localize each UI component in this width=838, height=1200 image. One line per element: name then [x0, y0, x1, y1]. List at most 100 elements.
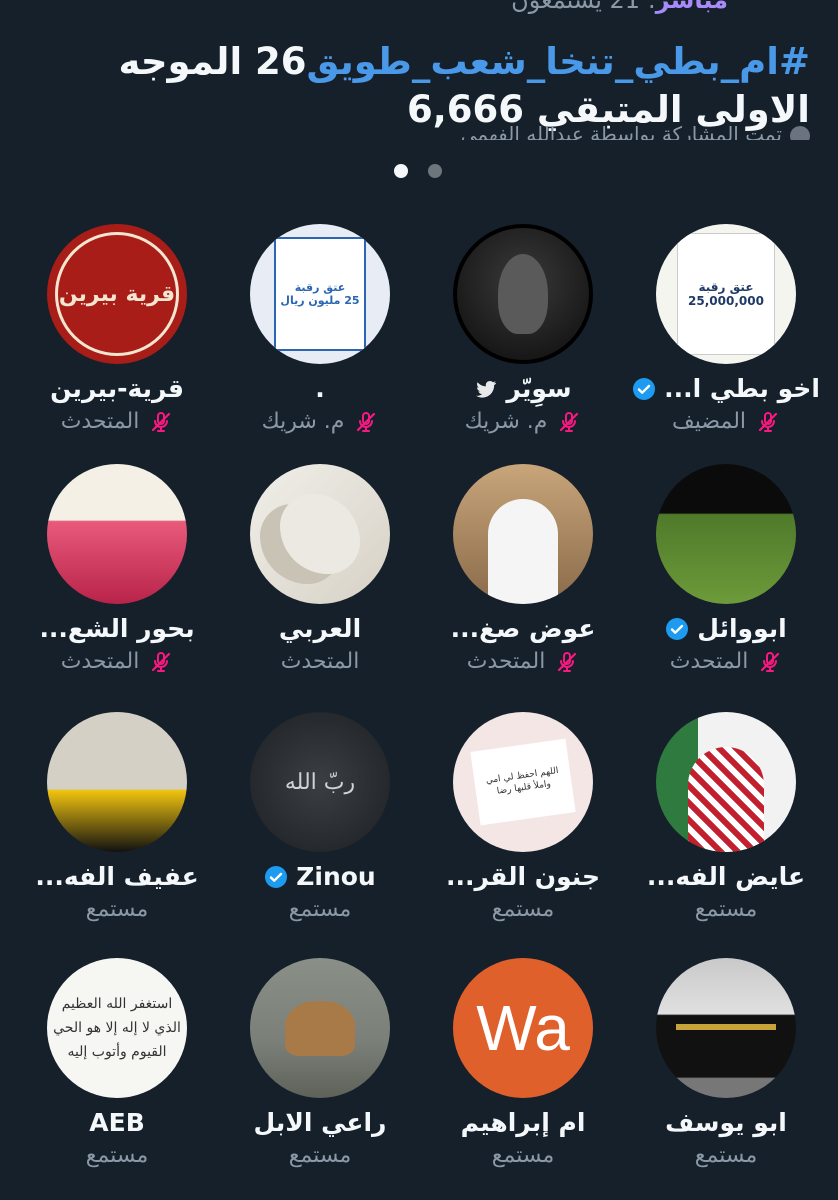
- mic-off-icon: [756, 410, 780, 434]
- page-indicator: [394, 164, 442, 178]
- participant-role-row: مستمع: [17, 1143, 217, 1168]
- participant-card[interactable]: ابو يوسف مستمع: [626, 958, 826, 1168]
- avatar[interactable]: [250, 958, 390, 1098]
- participant-card[interactable]: اللهم احفظ لي امي واملأ قلبها رضا جنون الق…: [423, 712, 623, 922]
- participant-card[interactable]: عتق رقبة 25,000,000 اخو بطي ا... المضيف: [626, 224, 826, 434]
- participant-role: مستمع: [288, 1143, 352, 1168]
- avatar[interactable]: عتق رقبة 25 مليون ريال: [250, 224, 390, 364]
- participant-name-row: بحور الشع...: [17, 614, 217, 643]
- participant-role: م. شريك: [261, 409, 345, 434]
- participant-role: مستمع: [288, 897, 352, 922]
- participant-role-row: المتحدث: [17, 649, 217, 674]
- participant-name-row: راعي الابل: [220, 1108, 420, 1137]
- participant-role-row: مستمع: [220, 897, 420, 922]
- participant-role: مستمع: [491, 897, 555, 922]
- participant-card[interactable]: ربّ الله Zinou مستمع: [220, 712, 420, 922]
- participant-role-row: مستمع: [220, 1143, 420, 1168]
- participant-name: Zinou: [296, 862, 376, 891]
- participant-name: .: [315, 374, 325, 403]
- space-screen: مباشر: 21 يستمعون #ام_بطي_تنخا_شعب_طويق2…: [0, 0, 838, 1200]
- avatar[interactable]: ربّ الله: [250, 712, 390, 852]
- page-dot[interactable]: [394, 164, 408, 178]
- verified-badge-icon: [665, 617, 689, 641]
- page-dot[interactable]: [428, 164, 442, 178]
- participant-card[interactable]: قرية بيرين قرية-بيرين المتحدث: [17, 224, 217, 434]
- participant-role-row: م. شريك: [220, 409, 420, 434]
- participant-role-row: مستمع: [423, 1143, 623, 1168]
- participant-name-row: ابو يوسف: [626, 1108, 826, 1137]
- participant-role-row: المتحدث: [626, 649, 826, 674]
- participant-role-row: المتحدث: [423, 649, 623, 674]
- participant-role: مستمع: [85, 1143, 149, 1168]
- listener-count: 21 يستمعون: [511, 0, 641, 14]
- participant-role-row: مستمع: [626, 1143, 826, 1168]
- participant-card[interactable]: بحور الشع... المتحدث: [17, 464, 217, 674]
- participant-card[interactable]: عوض صغ... المتحدث: [423, 464, 623, 674]
- participant-card[interactable]: ابووائل المتحدث: [626, 464, 826, 674]
- participant-role: المتحدث: [280, 649, 360, 674]
- twitter-bird-icon: [474, 377, 498, 401]
- avatar[interactable]: اللهم احفظ لي امي واملأ قلبها رضا: [453, 712, 593, 852]
- avatar[interactable]: [656, 958, 796, 1098]
- participant-role-row: المتحدث: [220, 649, 420, 674]
- participant-name-row: سوِيّر: [423, 374, 623, 403]
- participant-card[interactable]: عايض الفه... مستمع: [626, 712, 826, 922]
- participant-name-row: اخو بطي ا...: [626, 374, 826, 403]
- participant-role: المتحدث: [60, 649, 140, 674]
- mic-off-icon: [555, 650, 579, 674]
- participant-name: ابووائل: [697, 614, 787, 643]
- participant-name-row: عوض صغ...: [423, 614, 623, 643]
- avatar[interactable]: Wa: [453, 958, 593, 1098]
- participant-role: مستمع: [491, 1143, 555, 1168]
- participant-name-row: ابووائل: [626, 614, 826, 643]
- participant-name: عفيف الفه...: [35, 862, 199, 891]
- participant-name: راعي الابل: [253, 1108, 387, 1137]
- avatar[interactable]: [656, 464, 796, 604]
- participant-name-row: العربي: [220, 614, 420, 643]
- avatar[interactable]: قرية بيرين: [47, 224, 187, 364]
- participant-card[interactable]: عفيف الفه... مستمع: [17, 712, 217, 922]
- participant-role: المتحدث: [60, 409, 140, 434]
- participant-name: AEB: [89, 1108, 145, 1137]
- participant-role: المتحدث: [669, 649, 749, 674]
- participant-name: قرية-بيرين: [50, 374, 184, 403]
- space-status: مباشر: 21 يستمعون: [511, 0, 728, 14]
- sharer-avatar: [790, 125, 810, 140]
- participant-name-row: ام إبراهيم: [423, 1108, 623, 1137]
- participant-name-row: .: [220, 374, 420, 403]
- participant-role-row: مستمع: [626, 897, 826, 922]
- participant-name: بحور الشع...: [39, 614, 195, 643]
- participant-name: العربي: [278, 614, 362, 643]
- participant-role-row: مستمع: [423, 897, 623, 922]
- participant-name: عوض صغ...: [450, 614, 596, 643]
- participant-name: ام إبراهيم: [460, 1108, 586, 1137]
- participant-card[interactable]: استغفر الله العظيم الذي لا إله إلا هو ال…: [17, 958, 217, 1168]
- participant-card[interactable]: راعي الابل مستمع: [220, 958, 420, 1168]
- participant-name-row: جنون القر...: [423, 862, 623, 891]
- avatar[interactable]: [250, 464, 390, 604]
- participant-name-row: Zinou: [220, 862, 420, 891]
- participant-name-row: عفيف الفه...: [17, 862, 217, 891]
- participant-card[interactable]: Wa ام إبراهيم مستمع: [423, 958, 623, 1168]
- participant-role-row: المضيف: [626, 409, 826, 434]
- avatar[interactable]: [47, 712, 187, 852]
- mic-off-icon: [557, 410, 581, 434]
- space-title: #ام_بطي_تنخا_شعب_طويق26 الموجه الاولى ال…: [20, 38, 810, 134]
- avatar[interactable]: استغفر الله العظيم الذي لا إله إلا هو ال…: [47, 958, 187, 1098]
- participant-role-row: مستمع: [17, 897, 217, 922]
- participant-card[interactable]: العربي المتحدث: [220, 464, 420, 674]
- participant-role-row: م. شريك: [423, 409, 623, 434]
- participant-name-row: قرية-بيرين: [17, 374, 217, 403]
- avatar[interactable]: [656, 712, 796, 852]
- avatar[interactable]: [47, 464, 187, 604]
- mic-off-icon: [758, 650, 782, 674]
- avatar[interactable]: عتق رقبة 25,000,000: [656, 224, 796, 364]
- title-hashtag[interactable]: #ام_بطي_تنخا_شعب_طويق: [307, 40, 810, 83]
- participant-role: المضيف: [671, 409, 747, 434]
- shared-by: تمت المشاركة بواسطة عبدالله الفهمي: [461, 122, 810, 140]
- avatar[interactable]: [453, 464, 593, 604]
- participant-card[interactable]: سوِيّر م. شريك: [423, 224, 623, 434]
- avatar[interactable]: [453, 224, 593, 364]
- participant-name: عايض الفه...: [646, 862, 806, 891]
- participant-card[interactable]: عتق رقبة 25 مليون ريال. م. شريك: [220, 224, 420, 434]
